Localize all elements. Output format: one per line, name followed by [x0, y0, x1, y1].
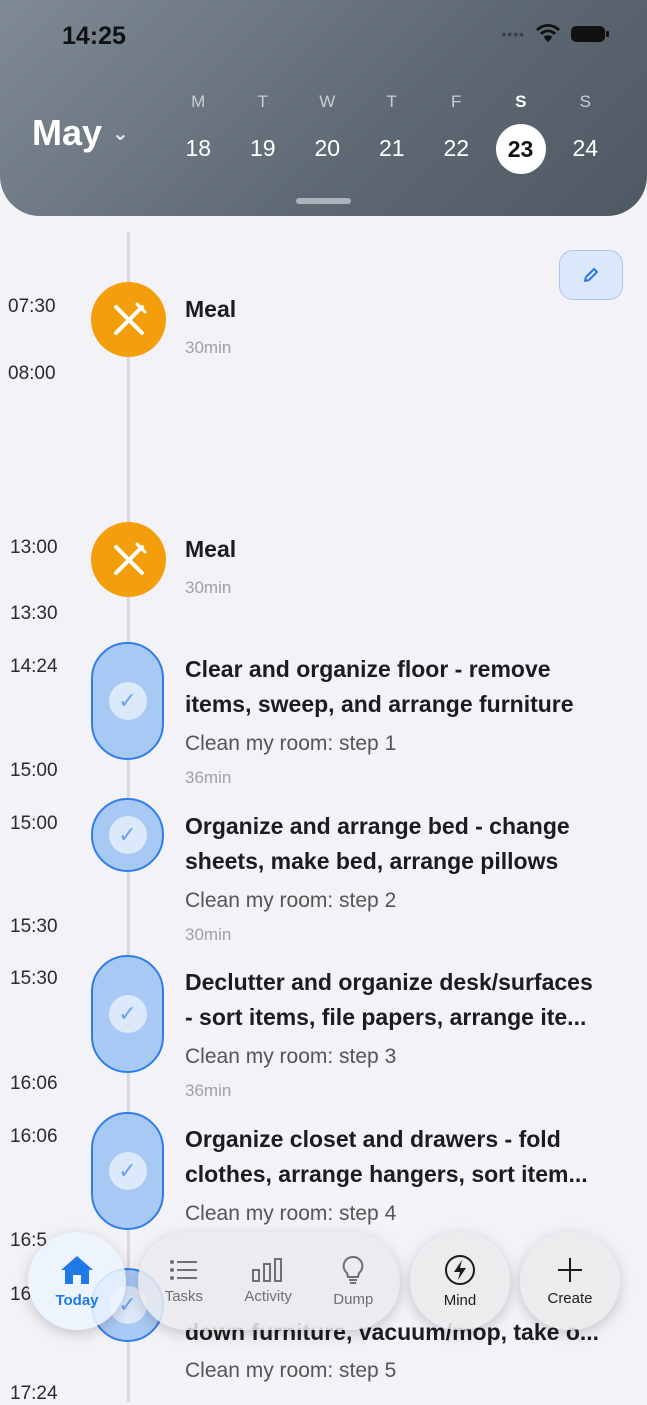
day-fri[interactable]: F 22: [424, 92, 489, 174]
fork-knife-icon: [113, 302, 146, 335]
nav-activity-button[interactable]: Activity: [244, 1257, 292, 1305]
event-title-line[interactable]: clothes, arrange hangers, sort item...: [185, 1157, 635, 1192]
event-subtitle: Clean my room: step 5: [185, 1359, 397, 1382]
nav-label: Activity: [244, 1287, 292, 1305]
meal-event-icon[interactable]: [91, 522, 166, 597]
nav-dump-button[interactable]: Dump: [333, 1255, 373, 1308]
time-label: 15:00: [10, 760, 58, 781]
plus-icon: [558, 1257, 582, 1282]
chevron-down-icon: ⌄: [112, 122, 129, 145]
event-title-line[interactable]: sheets, make bed, arrange pillows: [185, 844, 635, 879]
time-label: 16:06: [10, 1073, 58, 1094]
bar-chart-icon: [252, 1257, 283, 1282]
drag-handle[interactable]: [296, 198, 351, 204]
nav-group: Tasks Activity Dump: [138, 1232, 400, 1330]
event-title-line[interactable]: Organize and arrange bed - change: [185, 809, 635, 844]
day-sat-selected[interactable]: S 23: [489, 92, 554, 174]
day-number: 24: [572, 135, 599, 161]
task-checkbox[interactable]: ✓: [91, 642, 164, 760]
event-duration: 30min: [185, 925, 232, 944]
lightning-icon: [445, 1254, 475, 1285]
event-title[interactable]: Meal: [185, 292, 635, 327]
day-number: 21: [378, 135, 405, 161]
wifi-icon: [536, 24, 560, 42]
time-label: 15:30: [10, 968, 58, 989]
time-label: 15:00: [10, 813, 58, 834]
nav-create-button[interactable]: Create: [520, 1232, 620, 1330]
week-strip: M 18 T 19 W 20 T 21 F 22 S 23 S 24: [166, 92, 618, 174]
day-number: 20: [314, 135, 341, 161]
nav-label: Today: [55, 1291, 99, 1309]
event-subtitle: Clean my room: step 3: [185, 1045, 397, 1068]
battery-icon: [571, 26, 609, 42]
time-label: 13:00: [10, 537, 58, 558]
event-subtitle: Clean my room: step 1: [185, 732, 397, 755]
task-checkbox[interactable]: ✓: [91, 955, 164, 1073]
event-duration: 36min: [185, 1081, 232, 1100]
day-number-selected: 23: [495, 124, 546, 174]
event-title-line[interactable]: - sort items, file papers, arrange ite..…: [185, 1000, 635, 1035]
month-label: May: [32, 112, 103, 153]
day-letter: S: [579, 92, 591, 111]
status-icons: ••••: [501, 24, 609, 44]
task-checkbox[interactable]: ✓: [91, 798, 164, 872]
event-subtitle: Clean my room: step 2: [185, 889, 397, 912]
time-label: 13:30: [10, 603, 58, 624]
nav-label: Create: [547, 1289, 593, 1307]
day-letter: M: [191, 92, 206, 111]
day-thu[interactable]: T 21: [360, 92, 425, 174]
check-icon: ✓: [108, 682, 147, 720]
time-label: 15:30: [10, 916, 58, 937]
nav-mind-button[interactable]: Mind: [410, 1232, 510, 1330]
event-title[interactable]: Meal: [185, 532, 635, 567]
day-letter: T: [257, 92, 268, 111]
calendar-header: 14:25 •••• May ⌄ M 18 T 19 W 20 T 21 F 2…: [0, 0, 647, 216]
nav-today-button[interactable]: Today: [28, 1232, 126, 1330]
check-icon: ✓: [108, 1152, 147, 1190]
nav-label: Dump: [333, 1290, 374, 1308]
day-letter: W: [319, 92, 336, 111]
check-icon: ✓: [108, 816, 147, 854]
day-wed[interactable]: W 20: [295, 92, 360, 174]
time-label: 08:00: [8, 363, 56, 384]
month-selector[interactable]: May ⌄: [32, 112, 129, 154]
time-label: 14:24: [10, 656, 58, 677]
check-icon: ✓: [108, 995, 147, 1033]
task-checkbox[interactable]: ✓: [91, 1112, 164, 1230]
event-duration: 36min: [185, 768, 232, 787]
day-number: 19: [249, 135, 276, 161]
meal-event-icon[interactable]: [91, 282, 166, 357]
event-title-line[interactable]: Clear and organize floor - remove: [185, 652, 635, 687]
day-letter: S: [515, 92, 527, 111]
day-number: 18: [185, 135, 212, 161]
status-time: 14:25: [62, 22, 126, 50]
list-icon: [169, 1259, 197, 1280]
event-title-line[interactable]: Organize closet and drawers - fold: [185, 1122, 635, 1157]
time-label: 07:30: [8, 296, 56, 317]
day-letter: F: [451, 92, 462, 111]
fork-knife-icon: [113, 542, 146, 575]
event-duration: 30min: [185, 578, 232, 597]
signal-icon: ••••: [501, 26, 525, 42]
pencil-icon: [584, 268, 598, 282]
time-label: 17:24: [10, 1383, 58, 1404]
event-duration: 30min: [185, 338, 232, 357]
day-tue[interactable]: T 19: [231, 92, 296, 174]
nav-label: Mind: [443, 1291, 477, 1309]
event-subtitle: Clean my room: step 4: [185, 1202, 397, 1225]
day-sun[interactable]: S 24: [553, 92, 618, 174]
day-number: 22: [443, 135, 470, 161]
lightbulb-icon: [342, 1255, 364, 1284]
day-letter: T: [386, 92, 397, 111]
nav-label: Tasks: [164, 1287, 204, 1305]
home-icon: [61, 1255, 93, 1284]
nav-tasks-button[interactable]: Tasks: [165, 1258, 203, 1305]
event-title-line[interactable]: items, sweep, and arrange furniture: [185, 687, 635, 722]
event-title-line[interactable]: Declutter and organize desk/surfaces: [185, 965, 635, 1000]
time-label: 16:06: [10, 1126, 58, 1147]
day-mon[interactable]: M 18: [166, 92, 231, 174]
